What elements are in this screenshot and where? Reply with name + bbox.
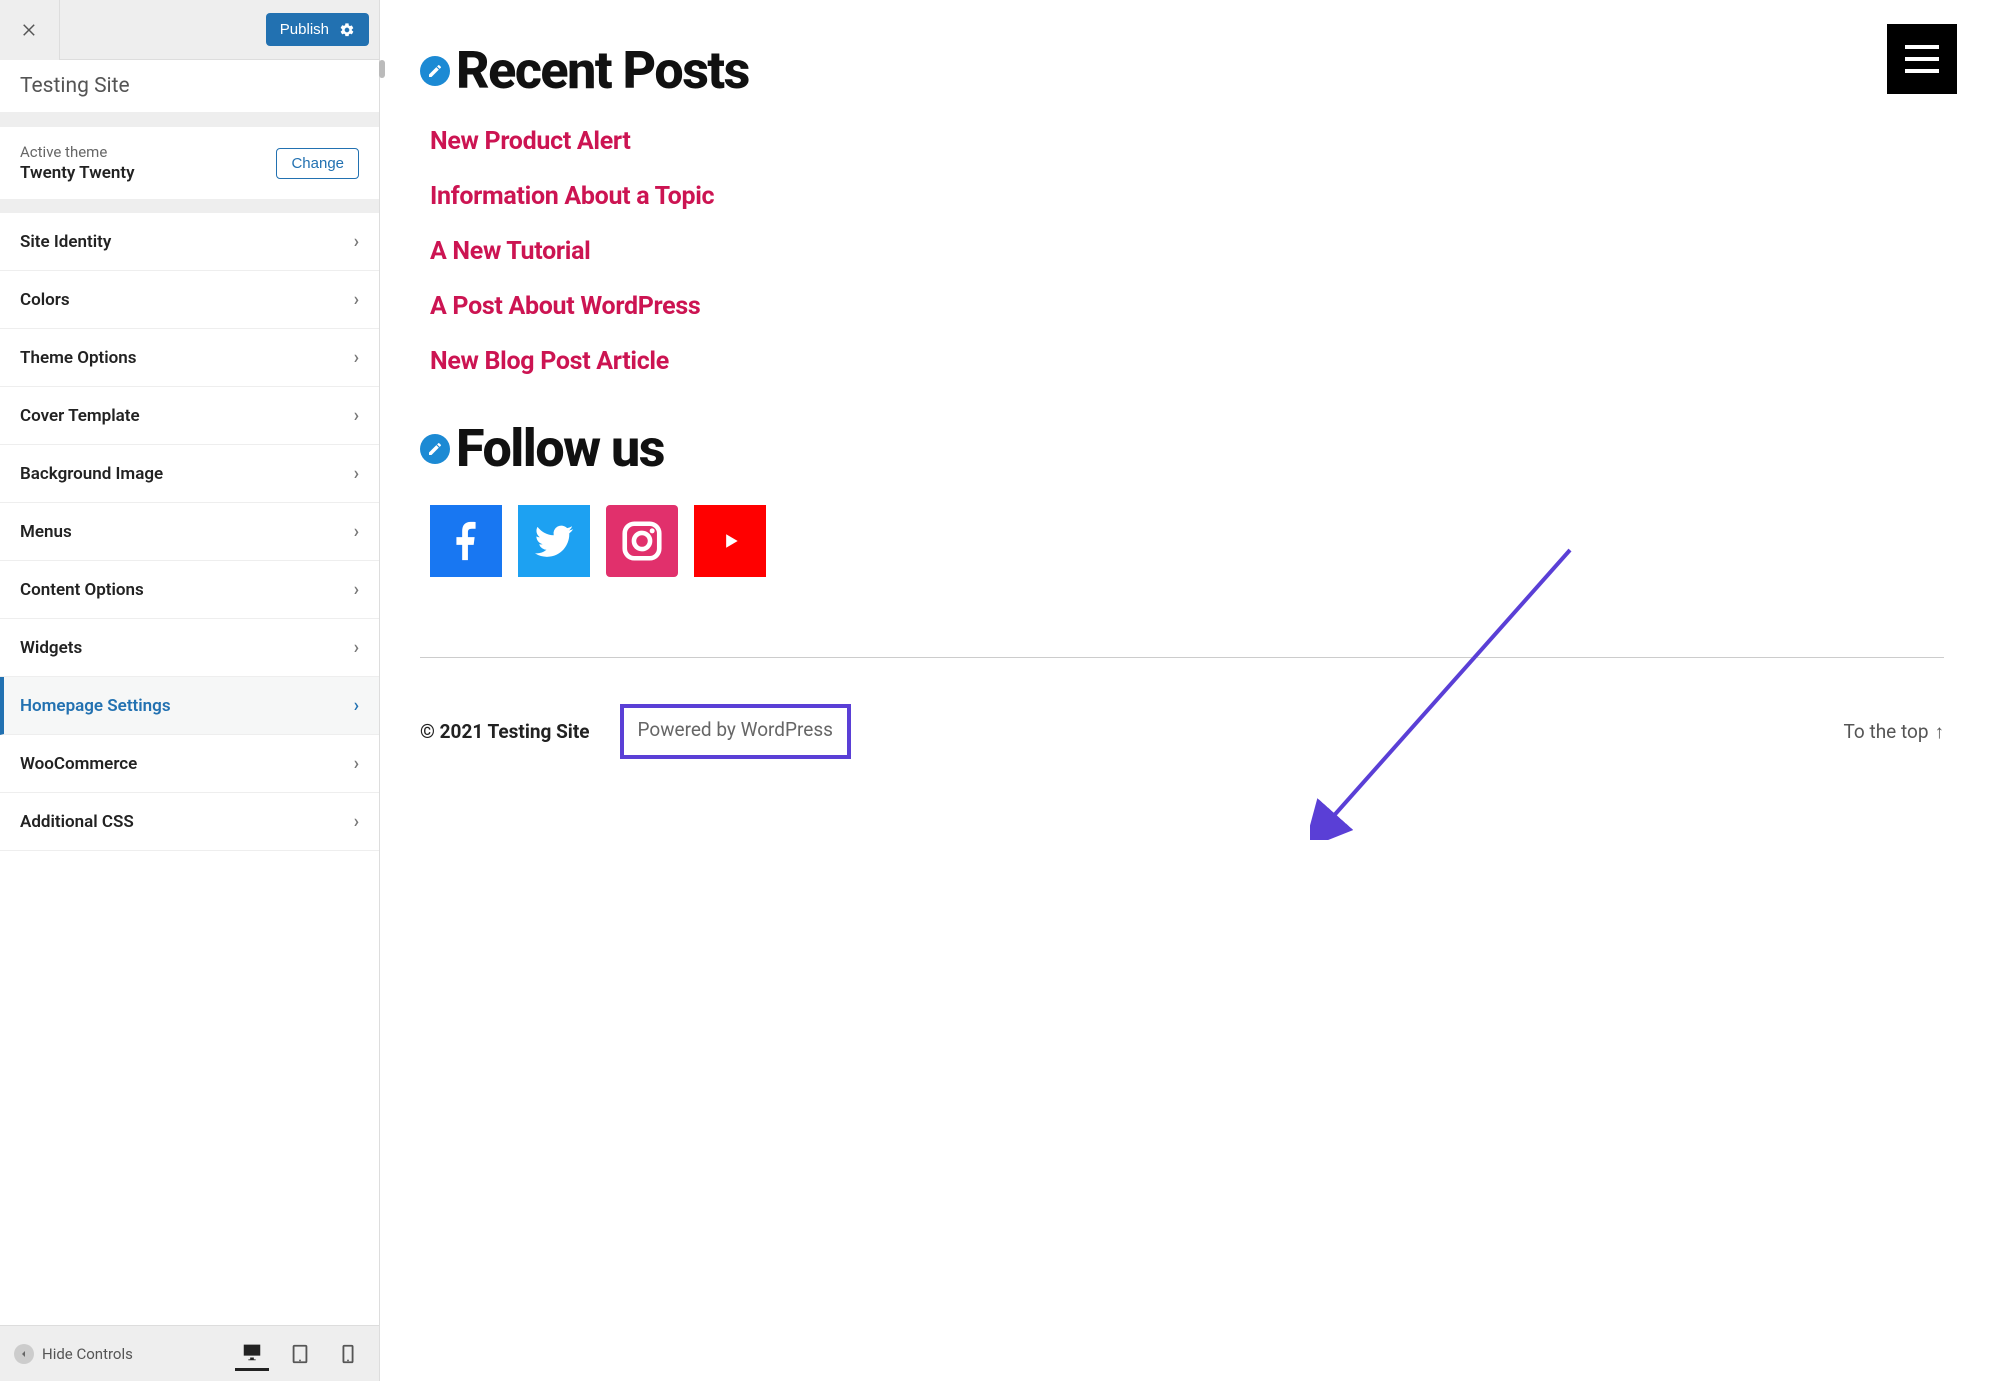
active-theme-name: Twenty Twenty: [20, 163, 135, 183]
chevron-right-icon: ›: [354, 463, 359, 484]
post-link[interactable]: A Post About WordPress: [430, 292, 700, 321]
arrow-up-icon: ↑: [1935, 720, 1945, 744]
twitter-link[interactable]: [518, 505, 590, 577]
footer-powered-by: Powered by WordPress: [620, 704, 851, 759]
panel-item-colors[interactable]: Colors ›: [0, 271, 379, 329]
chevron-right-icon: ›: [354, 579, 359, 600]
chevron-right-icon: ›: [354, 347, 359, 368]
hide-controls-button[interactable]: Hide Controls: [0, 1344, 147, 1364]
tablet-icon: [289, 1343, 311, 1365]
follow-us-section: Follow us: [420, 418, 1944, 577]
customizer-panel-list: Site Identity›Colors›Theme Options›Cover…: [0, 213, 379, 1325]
panel-item-label: Cover Template: [20, 406, 140, 426]
facebook-link[interactable]: [430, 505, 502, 577]
to-the-top-link[interactable]: To the top ↑: [1844, 720, 1944, 744]
panel-item-menus[interactable]: Menus ›: [0, 503, 379, 561]
close-icon: [21, 21, 39, 39]
panel-item-label: Additional CSS: [20, 812, 134, 832]
customizer-topbar: Publish: [0, 0, 379, 60]
post-link[interactable]: New Product Alert: [430, 127, 631, 156]
panel-item-homepage-settings[interactable]: Homepage Settings ›: [0, 677, 379, 735]
device-tablet-button[interactable]: [283, 1337, 317, 1371]
publish-button[interactable]: Publish: [266, 13, 369, 46]
hide-controls-label: Hide Controls: [42, 1345, 133, 1363]
panel-item-label: Background Image: [20, 464, 163, 484]
chevron-right-icon: ›: [354, 231, 359, 252]
panel-item-label: Content Options: [20, 580, 144, 600]
footer-copyright: © 2021 Testing Site: [420, 720, 590, 743]
preview-pane: Recent Posts New Product Alert Informatio…: [380, 0, 1999, 1381]
chevron-right-icon: ›: [354, 753, 359, 774]
site-title[interactable]: Testing Site: [0, 60, 379, 113]
panel-item-cover-template[interactable]: Cover Template ›: [0, 387, 379, 445]
panel-item-site-identity[interactable]: Site Identity ›: [0, 213, 379, 271]
facebook-icon: [443, 518, 489, 564]
edit-shortcut-button[interactable]: [420, 434, 450, 464]
to-the-top-label: To the top: [1844, 720, 1929, 743]
chevron-right-icon: ›: [354, 811, 359, 832]
chevron-right-icon: ›: [354, 405, 359, 426]
post-link[interactable]: New Blog Post Article: [430, 347, 669, 376]
chevron-right-icon: ›: [354, 289, 359, 310]
site-footer: © 2021 Testing Site Powered by WordPress…: [420, 657, 1944, 759]
device-mobile-button[interactable]: [331, 1337, 365, 1371]
recent-posts-heading: Recent Posts: [456, 40, 749, 101]
menu-toggle-button[interactable]: [1887, 24, 1957, 94]
pencil-icon: [427, 63, 443, 79]
panel-item-theme-options[interactable]: Theme Options ›: [0, 329, 379, 387]
device-desktop-button[interactable]: [235, 1337, 269, 1371]
panel-item-label: Menus: [20, 522, 72, 542]
chevron-right-icon: ›: [354, 637, 359, 658]
publish-label: Publish: [280, 21, 329, 38]
active-theme-row: Active theme Twenty Twenty Change: [0, 113, 379, 213]
twitter-icon: [531, 518, 577, 564]
change-theme-button[interactable]: Change: [276, 148, 359, 179]
recent-posts-list: New Product Alert Information About a Top…: [420, 127, 1944, 376]
post-link[interactable]: Information About a Topic: [430, 182, 714, 211]
device-preview-toggles: [235, 1337, 379, 1371]
hamburger-icon: [1905, 45, 1939, 73]
list-item: New Blog Post Article: [430, 347, 1944, 376]
panel-item-label: Site Identity: [20, 232, 111, 252]
list-item: A New Tutorial: [430, 237, 1944, 266]
close-button[interactable]: [0, 0, 60, 60]
edit-shortcut-button[interactable]: [420, 56, 450, 86]
follow-us-heading: Follow us: [456, 418, 664, 479]
panel-item-content-options[interactable]: Content Options ›: [0, 561, 379, 619]
recent-posts-header: Recent Posts: [420, 40, 1944, 101]
customizer-sidebar: Publish Testing Site Active theme Twenty…: [0, 0, 380, 1381]
collapse-icon: [14, 1344, 34, 1364]
chevron-right-icon: ›: [354, 695, 359, 716]
active-theme-label: Active theme: [20, 143, 135, 161]
customizer-footer: Hide Controls: [0, 1325, 379, 1381]
panel-item-label: Colors: [20, 290, 70, 310]
panel-item-woocommerce[interactable]: WooCommerce ›: [0, 735, 379, 793]
panel-item-widgets[interactable]: Widgets ›: [0, 619, 379, 677]
panel-item-additional-css[interactable]: Additional CSS ›: [0, 793, 379, 851]
list-item: New Product Alert: [430, 127, 1944, 156]
instagram-icon: [619, 518, 665, 564]
youtube-icon: [707, 518, 753, 564]
list-item: A Post About WordPress: [430, 292, 1944, 321]
chevron-right-icon: ›: [354, 521, 359, 542]
instagram-link[interactable]: [606, 505, 678, 577]
list-item: Information About a Topic: [430, 182, 1944, 211]
mobile-icon: [337, 1343, 359, 1365]
desktop-icon: [241, 1341, 263, 1363]
gear-icon: [339, 22, 355, 38]
post-link[interactable]: A New Tutorial: [430, 237, 590, 266]
panel-item-label: Homepage Settings: [20, 696, 171, 716]
panel-item-label: Widgets: [20, 638, 82, 658]
pencil-icon: [427, 441, 443, 457]
social-icons-row: [430, 505, 1944, 577]
panel-item-background-image[interactable]: Background Image ›: [0, 445, 379, 503]
panel-item-label: Theme Options: [20, 348, 137, 368]
panel-item-label: WooCommerce: [20, 754, 137, 774]
youtube-link[interactable]: [694, 505, 766, 577]
